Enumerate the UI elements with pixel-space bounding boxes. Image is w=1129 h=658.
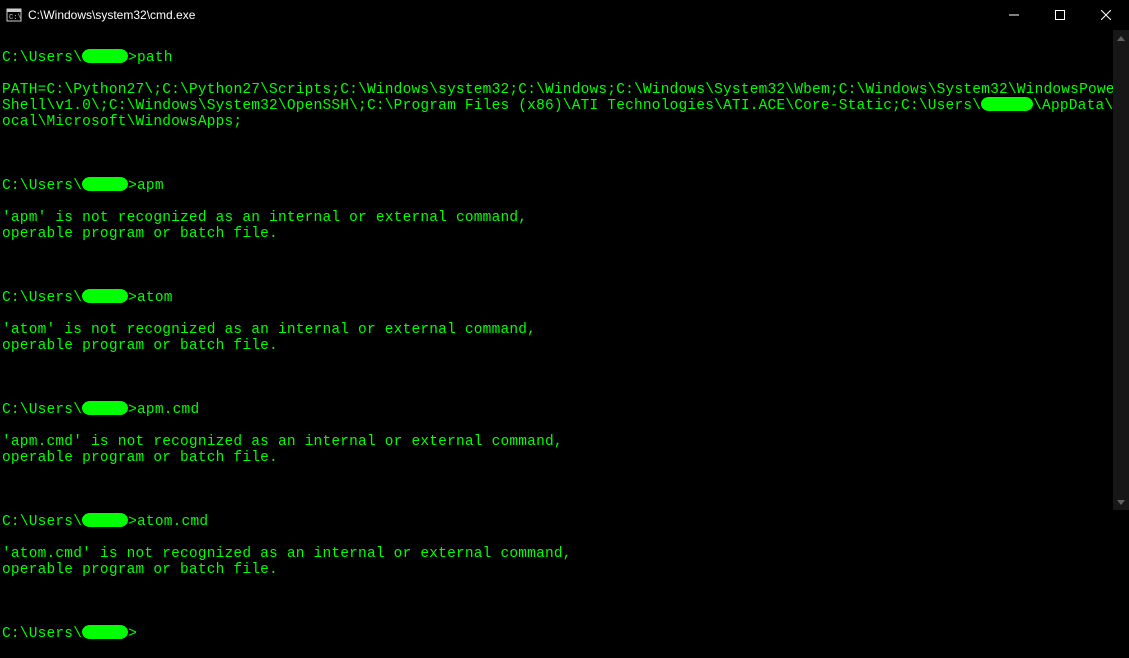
error-output: 'apm.cmd' is not recognized as an intern… — [2, 434, 1127, 466]
prompt-tail: > — [128, 626, 137, 642]
scroll-down-arrow-icon[interactable] — [1113, 494, 1129, 510]
error-output: 'atom' is not recognized as an internal … — [2, 322, 1127, 354]
redacted-username: xxxx — [82, 289, 128, 303]
command-text: apm — [137, 178, 164, 194]
titlebar-left: C:\ C:\Windows\system32\cmd.exe — [6, 7, 195, 23]
redacted-username: xxxx — [82, 177, 128, 191]
maximize-button[interactable] — [1037, 0, 1083, 30]
window-titlebar: C:\ C:\Windows\system32\cmd.exe — [0, 0, 1129, 30]
redacted-username: xxxx — [82, 401, 128, 415]
window-title: C:\Windows\system32\cmd.exe — [28, 8, 195, 22]
window-controls — [991, 0, 1129, 30]
vertical-scrollbar[interactable] — [1113, 30, 1129, 510]
close-button[interactable] — [1083, 0, 1129, 30]
command-text: atom — [137, 290, 173, 306]
prompt-path: C:\Users\ — [2, 402, 82, 418]
path-before: C:\Python27\;C:\Python27\Scripts;C:\Wind… — [2, 82, 1124, 114]
prompt-tail: > — [128, 178, 137, 194]
prompt-path: C:\Users\ — [2, 626, 82, 642]
prompt-tail: > — [128, 514, 137, 530]
command-text: atom.cmd — [137, 514, 208, 530]
prompt-path: C:\Users\ — [2, 50, 82, 66]
path-prefix: PATH= — [2, 82, 47, 98]
terminal-output[interactable]: C:\Users\xxxx>path PATH=C:\Python27\;C:\… — [0, 30, 1129, 510]
cmd-icon: C:\ — [6, 7, 22, 23]
prompt-tail: > — [128, 402, 137, 418]
svg-text:C:\: C:\ — [9, 14, 22, 22]
minimize-button[interactable] — [991, 0, 1037, 30]
redacted-username: xxxx — [82, 625, 128, 639]
redacted-username: xxxx — [82, 513, 128, 527]
scroll-up-arrow-icon[interactable] — [1113, 30, 1129, 46]
prompt-path: C:\Users\ — [2, 514, 82, 530]
command-text: path — [137, 50, 173, 66]
redacted-username: xxxx — [82, 49, 128, 63]
error-output: 'apm' is not recognized as an internal o… — [2, 210, 1127, 242]
prompt-tail: > — [128, 50, 137, 66]
prompt-path: C:\Users\ — [2, 290, 82, 306]
prompt-path: C:\Users\ — [2, 178, 82, 194]
prompt-tail: > — [128, 290, 137, 306]
redacted-username: xxxxx — [981, 97, 1033, 111]
error-output: 'atom.cmd' is not recognized as an inter… — [2, 546, 1127, 578]
command-text: apm.cmd — [137, 402, 199, 418]
